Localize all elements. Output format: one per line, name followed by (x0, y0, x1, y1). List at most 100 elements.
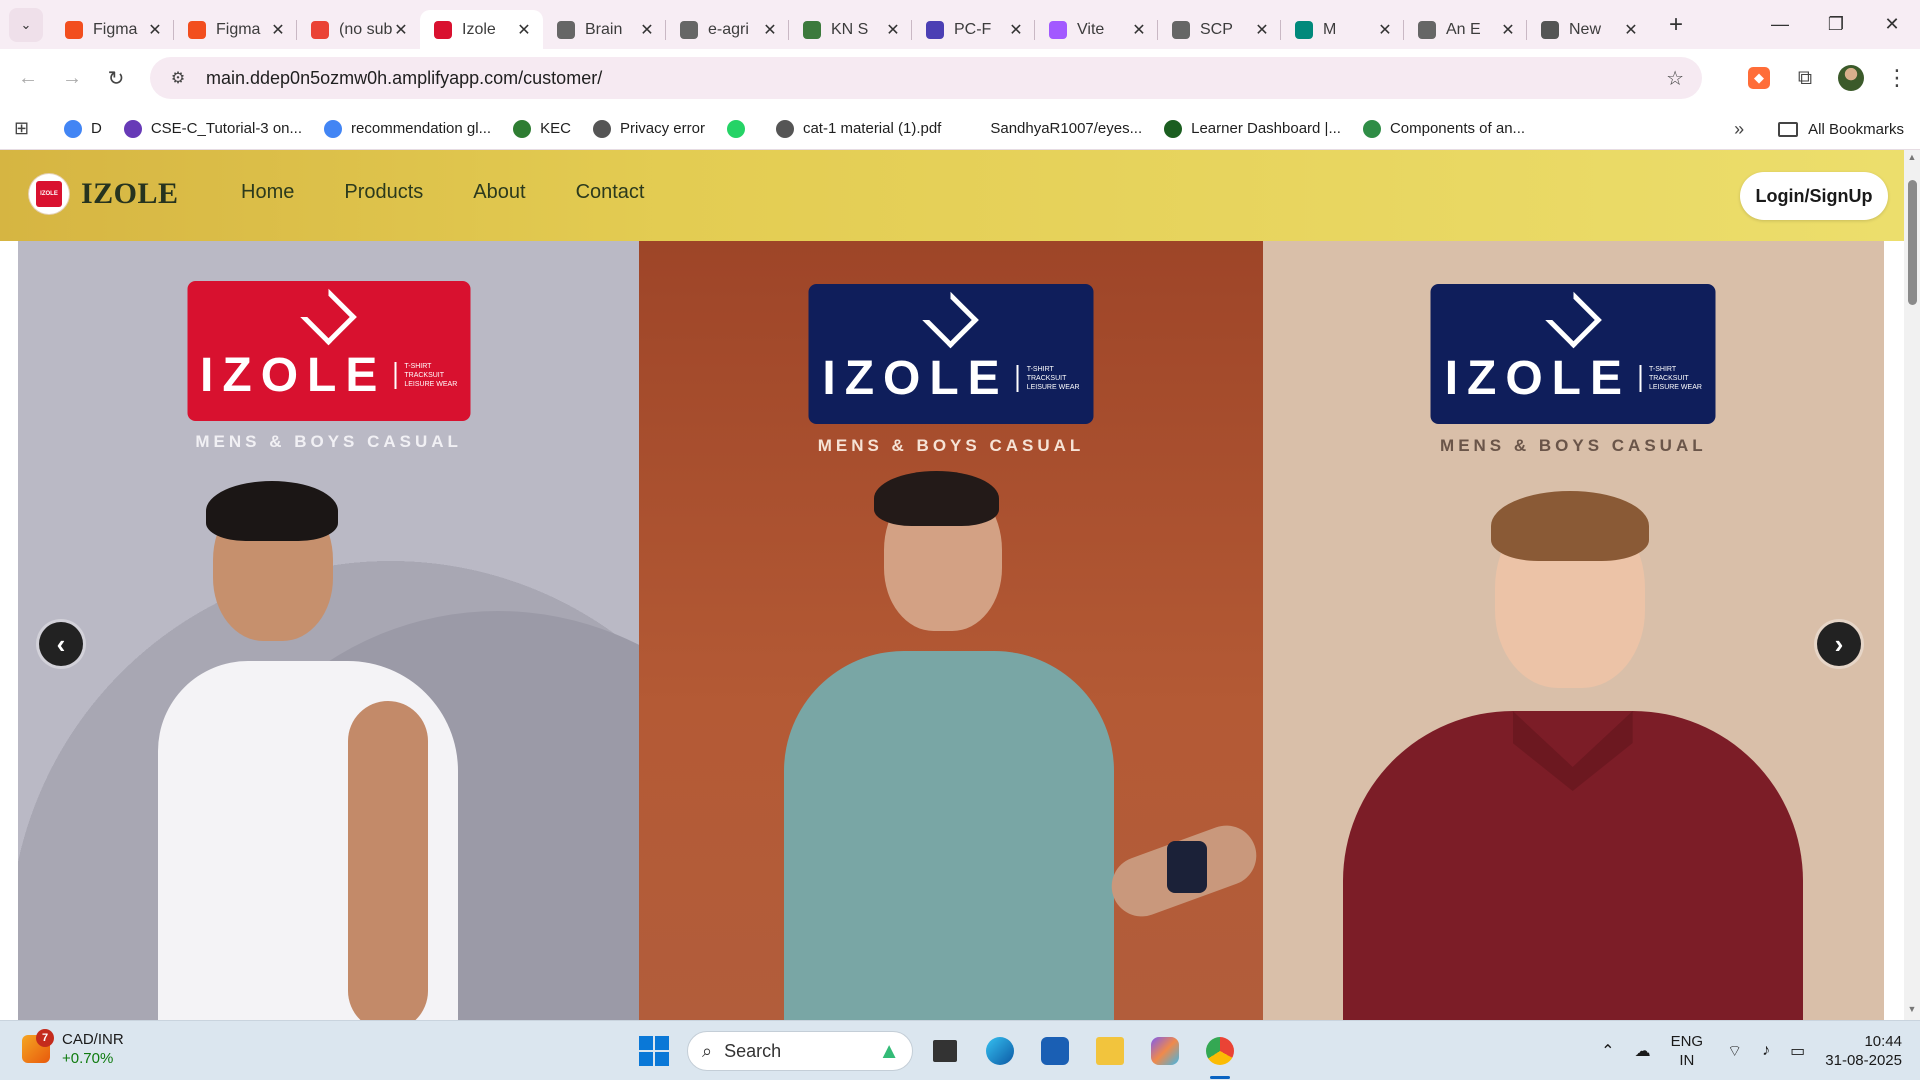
all-bookmarks-button[interactable]: All Bookmarks (1778, 121, 1904, 138)
restore-icon[interactable]: ❐ (1808, 0, 1864, 49)
carousel-next-button[interactable]: › (1817, 622, 1861, 666)
tab-close-icon[interactable]: ✕ (392, 20, 410, 40)
google-icon (64, 119, 82, 138)
tab-close-icon[interactable]: ✕ (1130, 20, 1148, 40)
taskbar-search[interactable]: ⌕ Search ▲ (687, 1031, 913, 1071)
site-info-icon[interactable]: ⚙ (158, 68, 198, 88)
extensions-button[interactable]: ⧉ (1782, 67, 1828, 90)
tab-close-icon[interactable]: ✕ (146, 20, 164, 40)
more-bookmarks-icon[interactable]: » (1734, 119, 1744, 140)
nav-contact[interactable]: Contact (576, 181, 645, 204)
browser-tab[interactable]: e-agri ✕ (665, 10, 789, 49)
browser-tab[interactable]: Brain ✕ (543, 10, 666, 49)
address-bar[interactable]: ⚙ main.ddep0n5ozmw0h.amplifyapp.com/cust… (150, 57, 1702, 99)
battery-icon[interactable]: ▭ (1790, 1041, 1805, 1061)
browser-tab[interactable]: M ✕ (1280, 10, 1404, 49)
extension-icon: ◆ (1748, 67, 1770, 89)
bookmark-item[interactable]: Components of an... (1362, 119, 1525, 138)
tab-search-button[interactable]: ⌄ (9, 7, 43, 42)
back-icon[interactable]: ← (6, 57, 50, 101)
carousel-prev-button[interactable]: ‹ (39, 622, 83, 666)
clock[interactable]: 10:44 31-08-2025 (1825, 1032, 1902, 1070)
language-indicator[interactable]: ENG IN (1671, 1032, 1704, 1070)
figma-icon (65, 20, 83, 39)
browser-tab[interactable]: PC-F ✕ (911, 10, 1035, 49)
profile-button[interactable] (1828, 65, 1874, 91)
scroll-down-icon[interactable]: ▼ (1904, 1004, 1920, 1018)
bookmark-item[interactable]: D (64, 119, 102, 138)
extension-button[interactable]: ◆ (1736, 67, 1782, 89)
tab-close-icon[interactable]: ✕ (638, 20, 656, 40)
kebab-menu-icon: ⋮ (1886, 65, 1908, 90)
reload-icon[interactable]: ↻ (94, 57, 138, 101)
logo-sub: T-SHIRT TRACKSUIT LEISURE WEAR (1016, 365, 1080, 392)
windows-taskbar: 7 CAD/INR +0.70% ⌕ Search ▲ ⌃ ☁ ENG IN ⌔… (0, 1020, 1920, 1080)
bookmark-item[interactable] (726, 119, 754, 138)
logo-sub: T-SHIRT TRACKSUIT LEISURE WEAR (1639, 365, 1702, 392)
izole-logo-box: IZOLE T-SHIRT TRACKSUIT LEISURE WEAR (1430, 284, 1716, 424)
browser-tab[interactable]: Vite ✕ (1034, 10, 1158, 49)
browser-tab[interactable]: (no subject)✕ (296, 10, 420, 49)
chrome-icon[interactable] (1197, 1029, 1243, 1079)
nav-about[interactable]: About (473, 181, 525, 204)
browser-tab[interactable]: Izole ✕ (420, 10, 543, 49)
tab-close-icon[interactable]: ✕ (884, 20, 902, 40)
tab-close-icon[interactable]: ✕ (1499, 20, 1517, 40)
weather-widget[interactable]: 7 CAD/INR +0.70% (22, 1029, 124, 1068)
new-tab-button[interactable]: + (1660, 9, 1692, 41)
copilot-icon[interactable] (1142, 1029, 1188, 1073)
bookmark-item[interactable]: Learner Dashboard |... (1164, 119, 1341, 138)
apps-grid-icon[interactable]: ⊞ (14, 118, 38, 139)
bookmark-item[interactable]: KEC (513, 119, 571, 138)
bookmark-item[interactable]: recommendation gl... (324, 119, 491, 138)
url-text[interactable]: main.ddep0n5ozmw0h.amplifyapp.com/custom… (206, 68, 602, 89)
volume-icon[interactable]: ♪ (1762, 1042, 1770, 1060)
carousel-slide: IZOLE T-SHIRT TRACKSUIT LEISURE WEAR MEN… (639, 241, 1263, 1020)
browser-tab[interactable]: KN S ✕ (788, 10, 912, 49)
menu-button[interactable]: ⋮ (1874, 65, 1920, 91)
bookmark-label: Privacy error (619, 120, 705, 137)
folder-icon (1778, 121, 1799, 137)
edge-icon[interactable] (977, 1029, 1023, 1073)
browser-tab[interactable]: Figma ✕ (173, 10, 297, 49)
page-scrollbar[interactable]: ▲ ▼ (1904, 150, 1920, 1020)
tab-close-icon[interactable]: ✕ (515, 20, 533, 40)
browser-tab[interactable]: An E ✕ (1403, 10, 1527, 49)
clock-time: 10:44 (1864, 1033, 1902, 1050)
tab-close-icon[interactable]: ✕ (269, 20, 287, 40)
model-hair (206, 481, 338, 541)
bookmark-item[interactable]: SandhyaR1007/eyes... (963, 119, 1142, 138)
onedrive-icon[interactable]: ☁ (1635, 1041, 1651, 1061)
file-explorer-icon[interactable] (1087, 1029, 1133, 1073)
minimize-icon[interactable]: — (1752, 0, 1808, 49)
show-hidden-icons-icon[interactable]: ⌃ (1601, 1041, 1614, 1061)
scrollbar-thumb[interactable] (1908, 180, 1917, 305)
google-icon (324, 119, 343, 138)
login-signup-button[interactable]: Login/SignUp (1740, 172, 1888, 220)
forward-icon[interactable]: → (50, 57, 94, 101)
browser-tab[interactable]: New ✕ (1526, 10, 1650, 49)
store-icon[interactable] (1032, 1029, 1078, 1073)
browser-tab[interactable]: Figma ✕ (51, 10, 174, 49)
browser-tab[interactable]: SCP ✕ (1157, 10, 1281, 49)
tab-close-icon[interactable]: ✕ (1253, 20, 1271, 40)
toolbar-actions: ◆ ⧉ ⋮ (1736, 57, 1920, 99)
globe-icon (592, 119, 611, 138)
task-view-icon[interactable] (922, 1029, 968, 1073)
bookmark-item[interactable]: Privacy error (592, 119, 705, 138)
bookmark-star-icon[interactable]: ☆ (1666, 66, 1684, 91)
brand[interactable]: IZOLE IZOLE (29, 174, 179, 214)
close-window-icon[interactable]: ✕ (1864, 0, 1920, 49)
bookmark-item[interactable]: cat-1 material (1).pdf (775, 119, 941, 138)
leaf-icon (1164, 119, 1183, 138)
bookmark-item[interactable]: CSE-C_Tutorial-3 on... (123, 119, 302, 138)
wifi-icon[interactable]: ⌔ (1727, 1041, 1742, 1061)
tab-close-icon[interactable]: ✕ (761, 20, 779, 40)
tab-close-icon[interactable]: ✕ (1376, 20, 1394, 40)
scroll-up-icon[interactable]: ▲ (1904, 152, 1920, 166)
windows-start-icon[interactable] (634, 1031, 674, 1071)
tab-close-icon[interactable]: ✕ (1622, 20, 1640, 40)
tab-close-icon[interactable]: ✕ (1007, 20, 1025, 40)
nav-products[interactable]: Products (344, 181, 423, 204)
nav-home[interactable]: Home (241, 181, 294, 204)
